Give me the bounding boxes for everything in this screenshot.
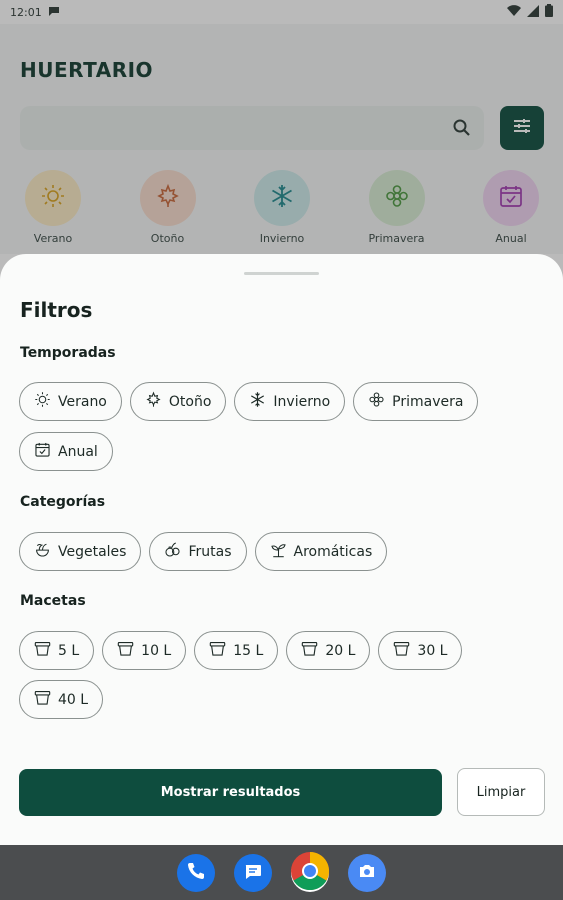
chip-label: 30 L <box>417 642 448 659</box>
chip-anual[interactable]: Anual <box>19 432 113 471</box>
snowflake-icon <box>249 391 266 412</box>
pot-chips: 5 L 10 L 15 L 20 L 30 L 40 L <box>19 631 549 719</box>
pot-icon <box>209 640 226 661</box>
calendar-check-icon <box>34 441 51 462</box>
chrome-app-button[interactable] <box>291 851 330 894</box>
chip-primavera[interactable]: Primavera <box>353 382 479 421</box>
pot-icon <box>301 640 318 661</box>
chip-pot-10l[interactable]: 10 L <box>102 631 187 670</box>
messages-app-button[interactable] <box>234 853 272 892</box>
camera-app-button[interactable] <box>348 853 386 892</box>
chip-label: Primavera <box>392 393 464 410</box>
clear-button[interactable]: Limpiar <box>457 768 545 816</box>
phone-icon <box>186 861 206 885</box>
chip-label: 5 L <box>58 642 80 659</box>
camera-icon <box>357 861 377 885</box>
chip-pot-40l[interactable]: 40 L <box>19 680 104 719</box>
chip-otono[interactable]: Otoño <box>129 382 227 421</box>
chip-label: 40 L <box>58 691 89 708</box>
drag-handle[interactable] <box>244 272 319 275</box>
category-chips: Vegetales Frutas Aromáticas <box>19 532 549 571</box>
fruits-icon <box>164 541 181 562</box>
pot-icon <box>393 640 410 661</box>
chip-label: Invierno <box>273 393 331 410</box>
chip-label: Vegetales <box>58 543 127 560</box>
sun-icon <box>34 391 51 412</box>
filters-bottom-sheet: Filtros Temporadas Verano Otoño Invierno… <box>0 254 563 845</box>
sprout-icon <box>270 541 287 562</box>
vegetables-icon <box>34 541 51 562</box>
categories-section-title: Categorías <box>20 494 106 510</box>
pots-section-title: Macetas <box>20 593 86 609</box>
flower-icon <box>368 391 385 412</box>
chip-aromaticas[interactable]: Aromáticas <box>254 532 388 571</box>
chip-label: 15 L <box>233 642 264 659</box>
chip-pot-30l[interactable]: 30 L <box>378 631 463 670</box>
chip-invierno[interactable]: Invierno <box>234 382 346 421</box>
messages-icon <box>243 861 263 885</box>
seasons-section-title: Temporadas <box>20 345 116 361</box>
maple-leaf-icon <box>145 391 162 412</box>
chip-label: 20 L <box>325 642 356 659</box>
pot-icon <box>34 640 51 661</box>
chip-label: Frutas <box>188 543 232 560</box>
chip-pot-5l[interactable]: 5 L <box>19 631 95 670</box>
chip-label: Verano <box>58 393 107 410</box>
chip-label: Aromáticas <box>293 543 373 560</box>
season-chips: Verano Otoño Invierno Primavera Anual <box>19 382 549 471</box>
chip-label: Otoño <box>168 393 212 410</box>
pot-icon <box>34 689 51 710</box>
phone-app-button[interactable] <box>177 853 215 892</box>
chip-frutas[interactable]: Frutas <box>149 532 247 571</box>
chip-vegetales[interactable]: Vegetales <box>19 532 142 571</box>
pot-icon <box>117 640 134 661</box>
show-results-button[interactable]: Mostrar resultados <box>19 769 442 816</box>
chip-verano[interactable]: Verano <box>19 382 122 421</box>
sheet-title: Filtros <box>20 298 93 322</box>
system-dock <box>0 845 563 900</box>
chip-label: Anual <box>58 443 98 460</box>
chip-pot-20l[interactable]: 20 L <box>286 631 371 670</box>
chip-label: 10 L <box>141 642 172 659</box>
chrome-icon <box>291 851 330 894</box>
chip-pot-15l[interactable]: 15 L <box>194 631 279 670</box>
